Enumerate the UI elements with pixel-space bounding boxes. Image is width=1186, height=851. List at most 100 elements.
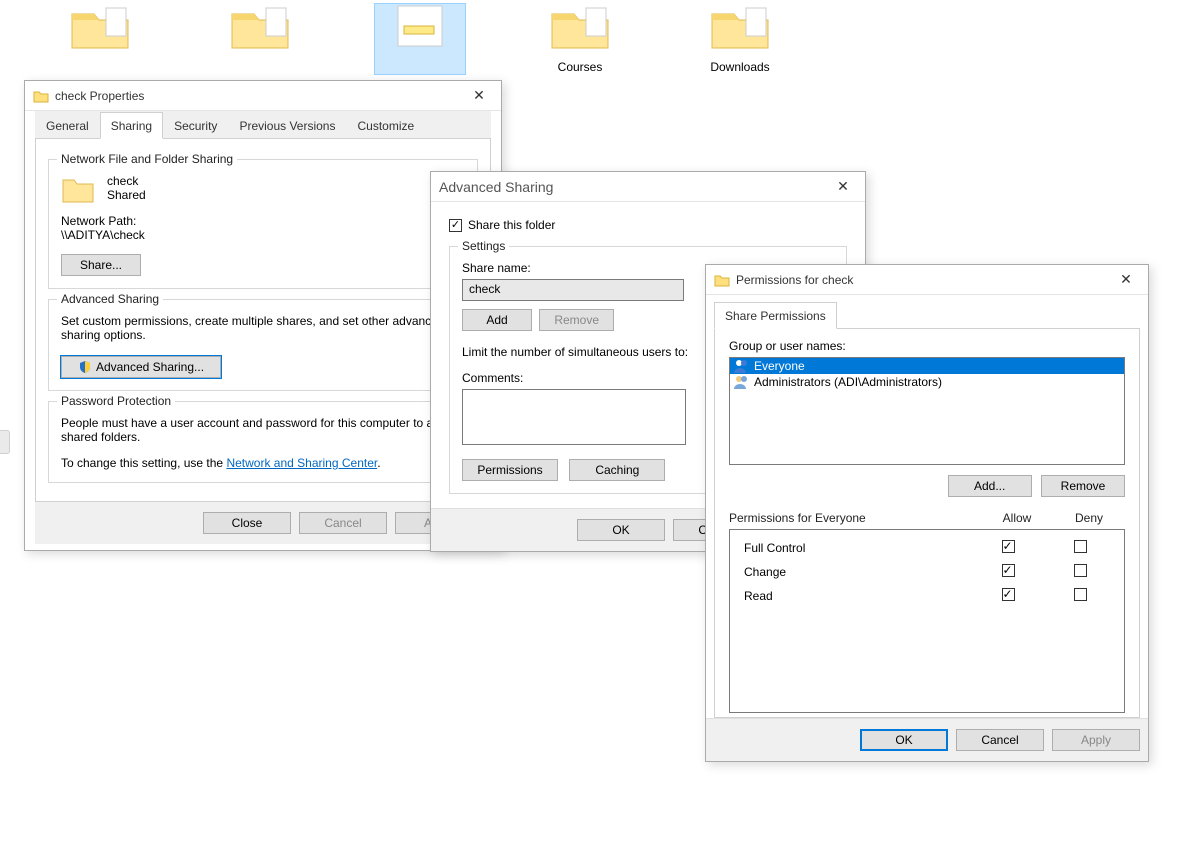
password-change-prefix: To change this setting, use the	[61, 456, 226, 470]
tab-customize[interactable]: Customize	[346, 112, 425, 139]
permissions-for-label: Permissions for Everyone	[729, 511, 981, 525]
list-item[interactable]: Administrators (ADI\Administrators)	[730, 374, 1124, 390]
user-listbox[interactable]: Everyone Administrators (ADI\Administrat…	[729, 357, 1125, 465]
shield-icon	[78, 360, 92, 374]
folder-icon	[61, 174, 95, 204]
password-change-line: To change this setting, use the Network …	[61, 456, 465, 470]
folder-item[interactable]: Courses	[535, 4, 625, 74]
checkbox-icon	[449, 219, 462, 232]
group-title: Advanced Sharing	[57, 292, 163, 306]
edge-stub	[0, 430, 10, 454]
tab-previous-versions[interactable]: Previous Versions	[228, 112, 346, 139]
tabs: Share Permissions	[714, 301, 1140, 329]
permissions-button[interactable]: Permissions	[462, 459, 558, 481]
advanced-sharing-button[interactable]: Advanced Sharing...	[61, 356, 221, 378]
folder-icon	[230, 4, 290, 52]
group-title: Network File and Folder Sharing	[57, 152, 237, 166]
folder-label: Courses	[558, 60, 603, 74]
caching-button[interactable]: Caching	[569, 459, 665, 481]
cancel-button[interactable]: Cancel	[299, 512, 387, 534]
allow-header: Allow	[981, 511, 1053, 525]
group-password-protection: Password Protection People must have a u…	[48, 401, 478, 483]
allow-checkbox[interactable]	[1002, 564, 1015, 577]
list-item-label: Everyone	[754, 359, 805, 373]
tab-general[interactable]: General	[35, 112, 100, 139]
share-folder-label: Share this folder	[468, 218, 555, 232]
network-sharing-center-link[interactable]: Network and Sharing Center	[226, 456, 377, 470]
close-button[interactable]: Close	[203, 512, 291, 534]
advanced-sharing-desc: Set custom permissions, create multiple …	[61, 314, 465, 342]
comments-input[interactable]	[462, 389, 686, 445]
permission-name: Read	[738, 589, 972, 603]
folder-icon	[33, 88, 49, 104]
tabs: General Sharing Security Previous Versio…	[35, 111, 491, 139]
window-title: Advanced Sharing	[439, 179, 821, 195]
network-path-value: \\ADITYA\check	[61, 228, 465, 242]
permission-row: Read	[738, 584, 1116, 608]
folder-label: Downloads	[710, 60, 769, 74]
share-folder-checkbox[interactable]: Share this folder	[449, 218, 555, 232]
share-status: Shared	[107, 188, 146, 202]
group-advanced-sharing: Advanced Sharing Set custom permissions,…	[48, 299, 478, 391]
close-button[interactable]: ✕	[457, 81, 501, 111]
deny-checkbox[interactable]	[1074, 540, 1087, 553]
network-path-label: Network Path:	[61, 214, 465, 228]
password-desc: People must have a user account and pass…	[61, 416, 465, 444]
apply-button[interactable]: Apply	[1052, 729, 1140, 751]
folder-icon	[390, 4, 450, 52]
cancel-button[interactable]: Cancel	[956, 729, 1044, 751]
window-title: Permissions for check	[736, 273, 1104, 287]
tab-share-permissions[interactable]: Share Permissions	[714, 302, 837, 329]
permission-name: Full Control	[738, 541, 972, 555]
folder-icon	[550, 4, 610, 52]
remove-button[interactable]: Remove	[539, 309, 614, 331]
group-user-names-label: Group or user names:	[729, 339, 1125, 353]
deny-checkbox[interactable]	[1074, 588, 1087, 601]
share-name: check	[107, 174, 146, 188]
permission-row: Full Control	[738, 536, 1116, 560]
deny-checkbox[interactable]	[1074, 564, 1087, 577]
desktop-area: Courses Downloads	[0, 4, 785, 74]
close-button[interactable]: ✕	[1104, 265, 1148, 295]
window-permissions: Permissions for check ✕ Share Permission…	[705, 264, 1149, 762]
window-title: check Properties	[55, 89, 457, 103]
group-network-sharing: Network File and Folder Sharing check Sh…	[48, 159, 478, 289]
allow-checkbox[interactable]	[1002, 540, 1015, 553]
folder-icon	[710, 4, 770, 52]
dialog-buttons: Close Cancel Apply	[35, 502, 491, 544]
close-button[interactable]: ✕	[821, 172, 865, 202]
permission-name: Change	[738, 565, 972, 579]
deny-header: Deny	[1053, 511, 1125, 525]
titlebar[interactable]: check Properties ✕	[25, 81, 501, 111]
ok-button[interactable]: OK	[860, 729, 948, 751]
tab-security[interactable]: Security	[163, 112, 228, 139]
folder-item[interactable]: Downloads	[695, 4, 785, 74]
share-name-input[interactable]: check	[462, 279, 684, 301]
tab-sharing[interactable]: Sharing	[100, 112, 163, 139]
permissions-header: Permissions for Everyone Allow Deny	[729, 511, 1125, 525]
titlebar[interactable]: Permissions for check ✕	[706, 265, 1148, 295]
folder-item-selected[interactable]	[375, 4, 465, 74]
folder-icon	[714, 272, 730, 288]
add-button[interactable]: Add...	[948, 475, 1032, 497]
titlebar[interactable]: Advanced Sharing ✕	[431, 172, 865, 202]
permission-row: Change	[738, 560, 1116, 584]
share-button[interactable]: Share...	[61, 254, 141, 276]
folder-item[interactable]	[55, 4, 145, 74]
list-item[interactable]: Everyone	[730, 358, 1124, 374]
group-title: Settings	[458, 239, 509, 253]
remove-button[interactable]: Remove	[1041, 475, 1125, 497]
folder-icon	[70, 4, 130, 52]
advanced-sharing-button-label: Advanced Sharing...	[96, 360, 204, 374]
folder-item[interactable]	[215, 4, 305, 74]
ok-button[interactable]: OK	[577, 519, 665, 541]
users-icon	[734, 359, 750, 373]
password-desc-text: People must have a user account and pass…	[61, 416, 464, 444]
add-button[interactable]: Add	[462, 309, 532, 331]
permissions-table: Full Control Change Read	[729, 529, 1125, 713]
users-icon	[734, 375, 750, 389]
allow-checkbox[interactable]	[1002, 588, 1015, 601]
list-item-label: Administrators (ADI\Administrators)	[754, 375, 942, 389]
password-change-suffix: .	[377, 456, 380, 470]
group-title: Password Protection	[57, 394, 175, 408]
